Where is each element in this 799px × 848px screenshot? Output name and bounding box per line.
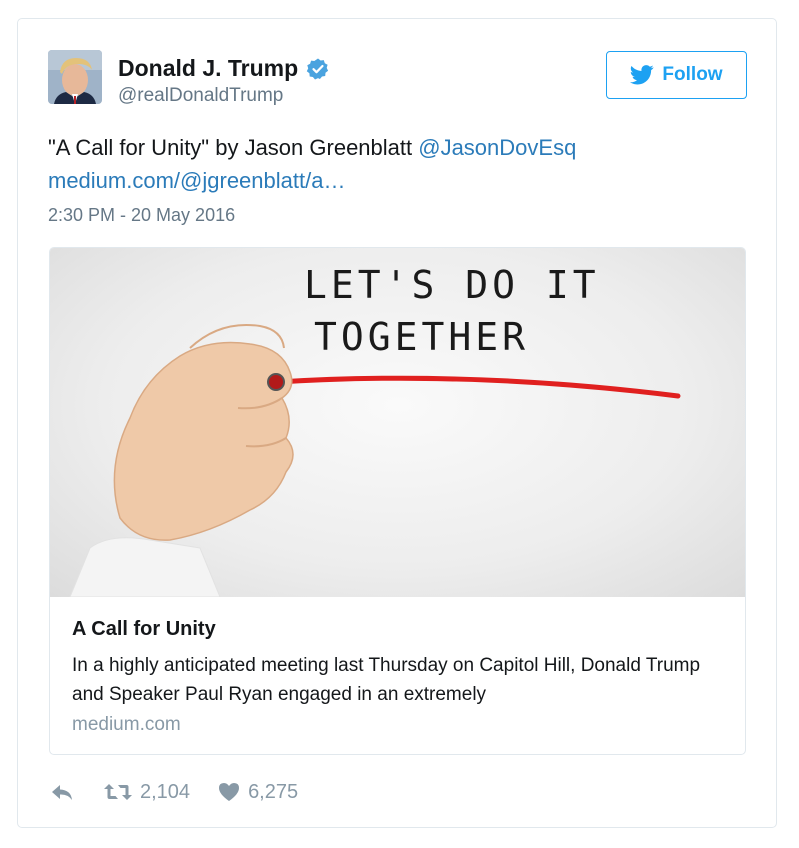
retweet-icon [104,784,132,800]
mention-link[interactable]: @JasonDovEsq [418,135,576,160]
card-title[interactable]: A Call for Unity [72,618,216,641]
article-link[interactable]: medium.com/@jgreenblatt/a… [48,168,345,193]
tweet-body: "A Call for Unity" by Jason Greenblatt [48,135,419,160]
tweet-actions: 2,104 6,275 [50,777,298,807]
marker-tip [267,373,285,391]
card-image[interactable]: LET'S DO IT TOGETHER [50,248,745,598]
retweet-button[interactable]: 2,104 [104,781,190,804]
like-count: 6,275 [248,780,299,803]
tweet-timestamp[interactable]: 2:30 PM - 20 May 2016 [48,205,235,226]
author-handle[interactable]: @realDonaldTrump [118,85,283,107]
follow-label: Follow [662,64,723,85]
avatar-photo [48,50,102,104]
follow-button[interactable]: Follow [606,51,747,99]
heart-icon [219,783,240,801]
like-button[interactable]: 6,275 [218,781,298,804]
retweet-count: 2,104 [140,780,191,803]
author-name[interactable]: Donald J. Trump [118,55,330,82]
image-text-line2: TOGETHER [314,315,529,359]
card-description: In a highly anticipated meeting last Thu… [72,655,701,705]
tweet-text: "A Call for Unity" by Jason Greenblatt @… [48,131,748,197]
reply-button[interactable] [50,782,74,802]
link-card[interactable]: LET'S DO IT TOGETHER A Call for Unity In… [49,247,746,755]
image-text-line1: LET'S DO IT [304,263,600,307]
shirt-sleeve [69,537,221,598]
twitter-bird-icon [630,65,655,85]
author-avatar[interactable] [48,50,102,104]
card-domain: medium.com [72,714,181,735]
verified-badge-icon [306,58,329,79]
hand-writing-illustration: LET'S DO IT TOGETHER [69,263,681,598]
author-name-text[interactable]: Donald J. Trump [118,55,298,82]
hand [113,341,294,541]
reply-icon [52,785,72,800]
red-marker-line [275,375,681,399]
embedded-tweet: Donald J. Trump @realDonaldTrump Follow … [17,18,777,828]
